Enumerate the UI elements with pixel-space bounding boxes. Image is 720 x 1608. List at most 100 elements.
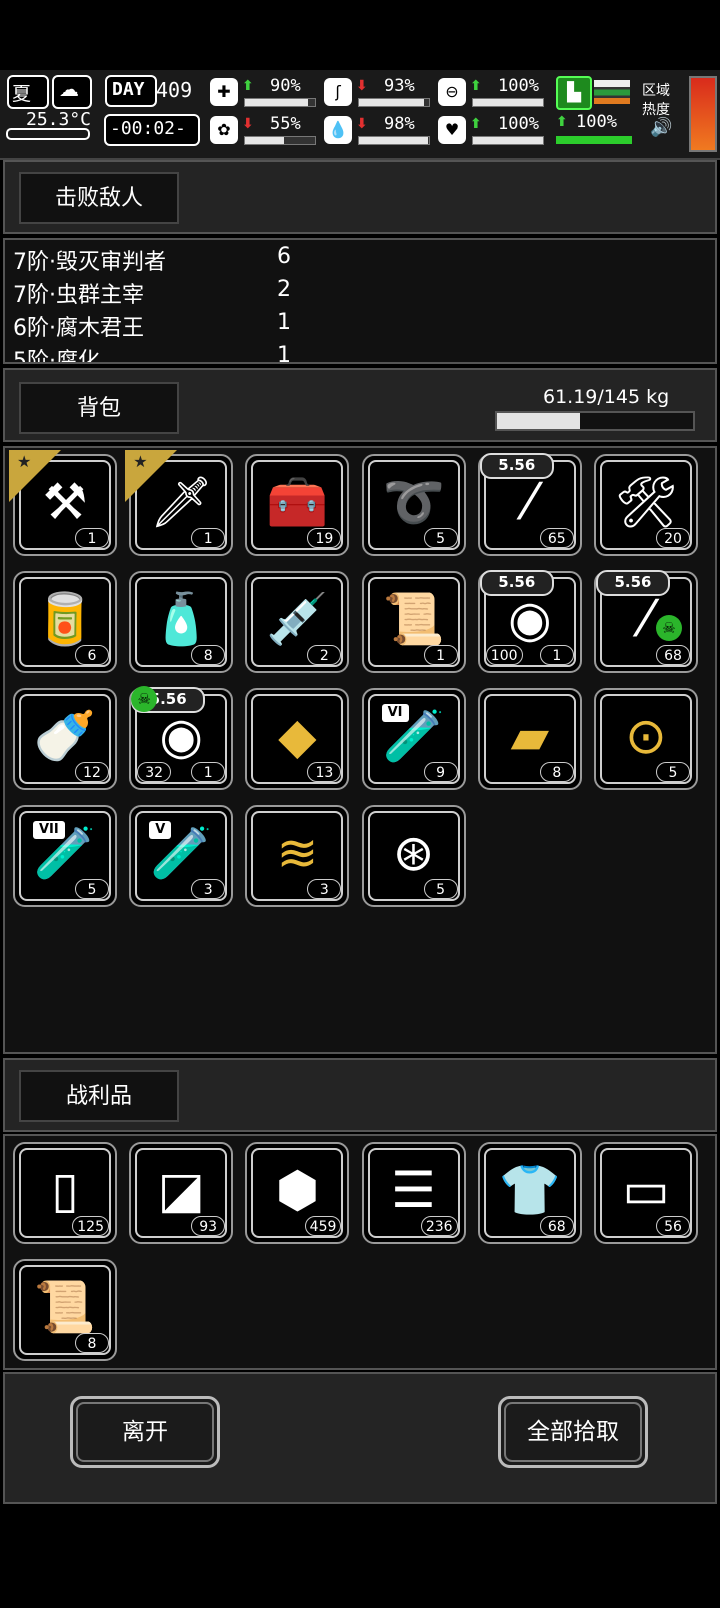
item-slot[interactable]: 🧰 19 — [245, 454, 350, 556]
trend-down-arrow-icon: ⬇ — [356, 78, 368, 94]
item-slot[interactable]: 👕 68 — [477, 1142, 582, 1244]
item-slot[interactable]: 🥫 6 — [13, 571, 117, 673]
take-all-button[interactable]: 全部拾取 — [498, 1396, 648, 1468]
item-count: 8 — [539, 762, 574, 782]
stat-bar — [358, 98, 430, 107]
item-slot[interactable]: ▭ 56 — [594, 1142, 698, 1244]
item-slot[interactable]: ◉ 5.56 ☠ 32 1 — [129, 686, 234, 790]
item-count-secondary: 32 — [137, 762, 172, 782]
item-slot[interactable]: ≋ 3 — [245, 805, 350, 907]
enemies-list[interactable]: 7阶·毁灭审判者 6 7阶·虫群主宰 2 6阶·腐木君王 1 5阶·腐化 1 — [3, 238, 717, 364]
medkit-icon: ✚ — [210, 78, 238, 106]
star-badge-icon: ★ — [125, 450, 178, 502]
item-slot[interactable]: ⊛ 5 — [361, 805, 466, 907]
item-count: 1 — [423, 645, 458, 665]
zone-heat-label-1: 区域 — [642, 83, 670, 99]
tier-label: VI — [381, 704, 409, 722]
item-slot[interactable]: 💉 2 — [245, 571, 350, 673]
item-count: 1 — [539, 645, 574, 665]
item-slot[interactable]: 🧴 8 — [129, 571, 234, 673]
item-count: 1 — [191, 528, 226, 548]
item-slot[interactable]: 🧪 VI 9 — [361, 688, 466, 790]
item-count: 20 — [656, 528, 690, 548]
item-count: 9 — [423, 762, 458, 782]
stomach-icon: ʃ — [324, 78, 352, 106]
item-count-secondary: 100 — [485, 645, 523, 665]
item-slot[interactable]: 🧪 VII 5 — [13, 805, 117, 907]
item-count: 3 — [191, 879, 226, 899]
item-slot[interactable]: 📜 8 — [13, 1259, 117, 1361]
item-slot[interactable]: ⊙ 5 — [594, 688, 698, 790]
item-slot[interactable]: ⬢ 459 — [245, 1142, 350, 1244]
item-count: 19 — [307, 528, 342, 548]
item-count: 5 — [423, 879, 458, 899]
stat-bar — [244, 136, 316, 145]
item-slot[interactable]: ▯ 125 — [13, 1142, 117, 1244]
zone-heat-label-2: 热度 — [642, 102, 670, 118]
trend-down-arrow-icon: ⬇ — [242, 116, 254, 132]
item-count: 8 — [75, 1333, 109, 1353]
caliber-label: 5.56 — [479, 453, 554, 479]
item-count: 5 — [656, 762, 690, 782]
boot-bar — [556, 136, 632, 144]
heart-icon: ♥ — [438, 116, 466, 144]
stat-bar — [472, 136, 544, 145]
item-count: 56 — [656, 1216, 690, 1236]
item-count: 5 — [423, 528, 458, 548]
leave-button-label: 离开 — [122, 1419, 168, 1445]
item-slot[interactable]: ◪ 93 — [129, 1142, 234, 1244]
stat-bar — [244, 98, 316, 107]
stat-value: 93% — [384, 76, 415, 96]
zone-heat-meter — [689, 76, 717, 152]
stat-bar — [472, 98, 544, 107]
item-count: 65 — [539, 528, 574, 548]
item-slot[interactable]: ▰ 8 — [477, 688, 582, 790]
toxic-skull-icon: ☠ — [131, 686, 158, 712]
loot-header-panel: 战利品 — [3, 1058, 717, 1132]
item-count: 236 — [420, 1216, 458, 1236]
item-slot[interactable]: ➰ 5 — [361, 454, 466, 556]
trend-up-arrow-icon: ⬆ — [470, 78, 482, 94]
item-slot[interactable]: 📜 1 — [361, 571, 466, 673]
item-slot[interactable]: ⁄ 5.56 65 — [477, 453, 582, 556]
backpack-header: 背包 — [19, 382, 179, 434]
trend-up-arrow-icon: ⬆ — [470, 116, 482, 132]
item-slot[interactable]: ☰ 236 — [361, 1142, 466, 1244]
item-count: 459 — [304, 1216, 342, 1236]
loot-grid: ▯ 125 ◪ 93 ⬢ 459 ☰ 236 👕 68 ▭ 56 📜 8 — [3, 1134, 717, 1370]
item-slot[interactable]: ⚒ ★ 1 — [9, 450, 117, 556]
item-count: 68 — [656, 645, 690, 665]
item-count: 6 — [75, 645, 109, 665]
item-count: 1 — [75, 528, 109, 548]
stat-value: 100% — [498, 76, 539, 96]
backpack-grid: ⚒ ★ 1 🗡 ★ 1 🧰 19 ➰ 5 ⁄ 5.56 65 🛠 20 🥫 6 🧴 8 💉 2 📜 1 ◉ 5.56 100 1 ⁄ 5… — [3, 446, 717, 1054]
speaker-icon[interactable]: 🔊 — [650, 117, 672, 138]
item-slot[interactable]: 🧪 V 3 — [129, 805, 234, 907]
take-all-button-label: 全部拾取 — [527, 1419, 619, 1445]
backpack-header-panel: 背包 61.19/145 kg — [3, 368, 717, 442]
item-slot[interactable]: 🛠 20 — [594, 454, 698, 556]
enemy-name: 5阶·腐化 — [13, 349, 100, 364]
item-slot[interactable]: ◉ 5.56 100 1 — [477, 570, 582, 673]
item-count: 125 — [72, 1216, 109, 1236]
enemy-name: 6阶·腐木君王 — [13, 316, 144, 341]
item-count: 5 — [75, 879, 109, 899]
weight-bar-fill — [497, 413, 580, 429]
weight-bar-track — [495, 411, 695, 431]
leave-button[interactable]: 离开 — [70, 1396, 220, 1468]
item-slot[interactable]: 🗡 ★ 1 — [125, 450, 234, 556]
item-slot[interactable]: 🍼 12 — [13, 688, 117, 790]
enemies-header: 击败敌人 — [19, 172, 179, 224]
tier-label: VII — [33, 821, 65, 839]
item-slot[interactable]: ⁄ 5.56 ☠ 68 — [594, 570, 698, 673]
loot-header: 战利品 — [19, 1070, 179, 1122]
enemies-header-panel: 击败敌人 — [3, 160, 717, 234]
stat-value: 100% — [498, 114, 539, 134]
item-count: 1 — [191, 762, 226, 782]
item-slot[interactable]: ◆ 13 — [245, 688, 350, 790]
item-count: 3 — [307, 879, 342, 899]
stat-value: 98% — [384, 114, 415, 134]
caliber-label: 5.56 — [479, 570, 554, 596]
enemy-name: 7阶·毁灭审判者 — [13, 250, 166, 275]
item-count: 68 — [539, 1216, 574, 1236]
